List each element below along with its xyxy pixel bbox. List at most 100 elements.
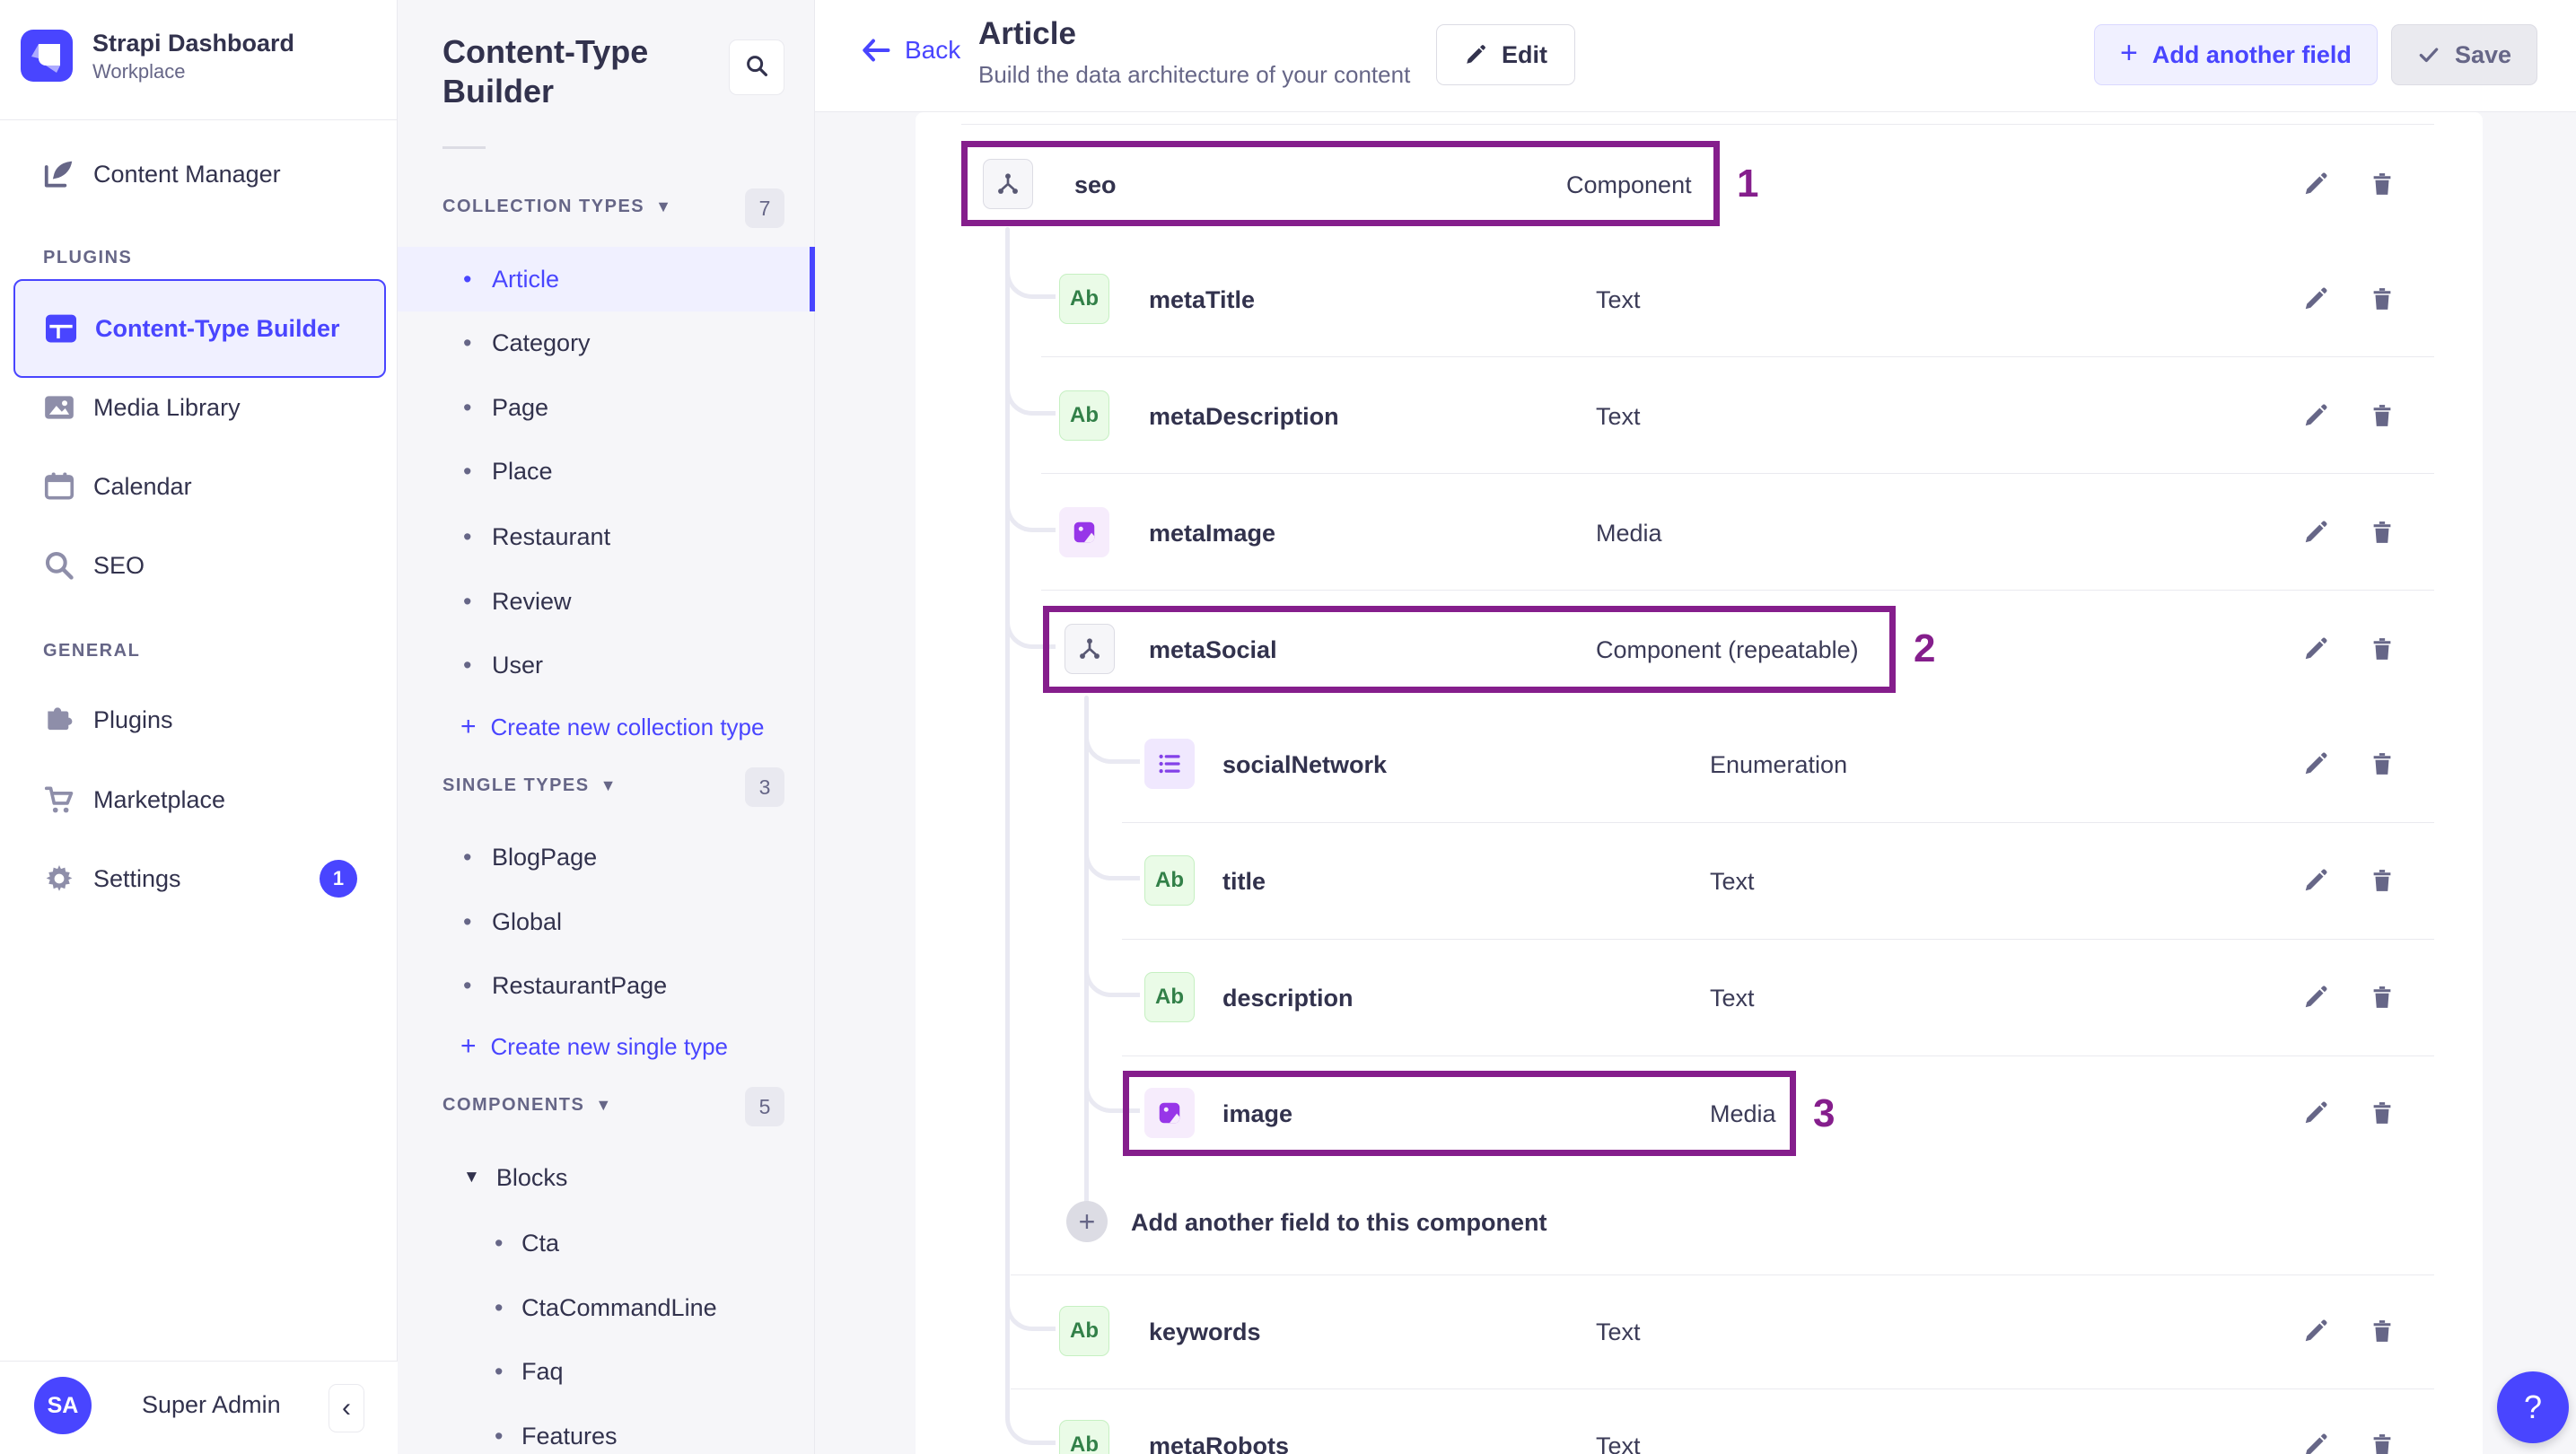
sidebar-item-content-manager[interactable]: Content Manager bbox=[0, 142, 398, 206]
edit-field-button[interactable] bbox=[2296, 1311, 2335, 1351]
sidebar-item-blogpage[interactable]: • BlogPage bbox=[398, 825, 815, 889]
tree-branch bbox=[1084, 943, 1140, 997]
user-strip: SA Super Admin ‹ bbox=[0, 1361, 398, 1454]
sidebar-item-faq[interactable]: • Faq bbox=[398, 1343, 815, 1400]
delete-field-button[interactable] bbox=[2362, 164, 2402, 204]
text-field-icon: Ab bbox=[1059, 1306, 1109, 1356]
field-name: metaRobots bbox=[1149, 1432, 1290, 1454]
sidebar-item-review[interactable]: • Review bbox=[398, 569, 815, 634]
field-type: Text bbox=[1710, 985, 1755, 1012]
seo-magnifier-icon bbox=[41, 548, 77, 582]
edit-field-button[interactable] bbox=[2296, 629, 2335, 669]
component-group-blocks[interactable]: ▼ Blocks bbox=[398, 1149, 815, 1206]
bullet-icon: • bbox=[463, 265, 472, 293]
sidebar-item-seo[interactable]: SEO bbox=[0, 533, 398, 598]
trash-icon bbox=[2373, 870, 2391, 891]
delete-field-button[interactable] bbox=[2362, 1425, 2402, 1454]
avatar[interactable]: SA bbox=[34, 1377, 92, 1434]
edit-button[interactable]: Edit bbox=[1436, 24, 1575, 85]
trash-icon bbox=[2373, 1434, 2391, 1454]
pencil-icon bbox=[2305, 752, 2327, 775]
delete-field-button[interactable] bbox=[2362, 977, 2402, 1017]
sidebar-item-cta[interactable]: • Cta bbox=[398, 1214, 815, 1272]
row-divider bbox=[1041, 473, 2434, 474]
add-another-field-button[interactable]: + Add another field bbox=[2094, 24, 2378, 85]
arrow-left-icon bbox=[863, 39, 890, 62]
page-title: Article bbox=[978, 16, 1076, 51]
pencil-icon bbox=[2306, 1433, 2327, 1454]
edit-field-button[interactable] bbox=[2296, 977, 2335, 1017]
sidebar-item-place[interactable]: • Place bbox=[398, 439, 815, 504]
single-types-header[interactable]: SINGLE TYPES ▼ bbox=[442, 775, 618, 796]
sidebar-collapse-button[interactable]: ‹ bbox=[329, 1384, 364, 1432]
annotation-box-3 bbox=[1123, 1071, 1796, 1156]
delete-field-button[interactable] bbox=[2362, 861, 2402, 900]
edit-field-button[interactable] bbox=[2296, 861, 2335, 900]
content-type-builder-icon bbox=[43, 311, 79, 346]
plus-icon: + bbox=[460, 1031, 477, 1061]
collection-types-header[interactable]: COLLECTION TYPES ▼ bbox=[442, 197, 672, 217]
components-header[interactable]: COMPONENTS ▼ bbox=[442, 1095, 613, 1116]
chevron-down-icon: ▼ bbox=[463, 1168, 480, 1187]
text-field-icon: Ab bbox=[1059, 1420, 1109, 1454]
back-link[interactable]: Back bbox=[860, 36, 960, 65]
search-button[interactable] bbox=[729, 39, 784, 95]
sidebar-item-calendar[interactable]: Calendar bbox=[0, 454, 398, 519]
edit-field-button[interactable] bbox=[2296, 512, 2335, 552]
edit-field-button[interactable] bbox=[2296, 1425, 2335, 1454]
sidebar-item-content-type-builder[interactable]: Content-Type Builder bbox=[13, 279, 386, 378]
field-type: Text bbox=[1596, 286, 1641, 313]
create-collection-type-link[interactable]: + Create new collection type bbox=[398, 698, 815, 756]
add-component-field-button[interactable]: + bbox=[1066, 1201, 1108, 1242]
delete-field-button[interactable] bbox=[2362, 512, 2402, 552]
sidebar-item-media-library[interactable]: Media Library bbox=[0, 375, 398, 440]
sidebar-item-marketplace[interactable]: Marketplace bbox=[0, 767, 398, 832]
fields-card: seo Component 1 Ab metaTitle Text Ab met… bbox=[916, 112, 2483, 1454]
tree-branch bbox=[1005, 1391, 1056, 1445]
delete-field-button[interactable] bbox=[2362, 279, 2402, 319]
sidebar-item-global[interactable]: • Global bbox=[398, 889, 815, 954]
sidebar-divider bbox=[442, 146, 486, 149]
delete-field-button[interactable] bbox=[2362, 629, 2402, 669]
edit-field-button[interactable] bbox=[2296, 396, 2335, 435]
edit-field-button[interactable] bbox=[2296, 744, 2335, 784]
plus-icon: + bbox=[2120, 36, 2138, 70]
trash-icon bbox=[2373, 405, 2391, 426]
sidebar-item-plugins[interactable]: Plugins bbox=[0, 688, 398, 752]
sidebar-item-article[interactable]: • Article bbox=[398, 247, 815, 311]
edit-field-button[interactable] bbox=[2296, 1093, 2335, 1133]
sidebar-item-category[interactable]: • Category bbox=[398, 311, 815, 375]
pencil-icon bbox=[2305, 1319, 2327, 1342]
field-name: title bbox=[1222, 868, 1266, 895]
help-button[interactable]: ? bbox=[2497, 1371, 2569, 1443]
media-library-icon bbox=[41, 390, 77, 425]
save-button[interactable]: Save bbox=[2391, 24, 2538, 85]
chevron-down-icon: ▼ bbox=[595, 1096, 613, 1114]
sidebar-item-features[interactable]: • Features bbox=[398, 1407, 815, 1454]
sidebar-item-restaurant[interactable]: • Restaurant bbox=[398, 504, 815, 569]
bullet-icon: • bbox=[495, 1229, 504, 1257]
create-single-type-link[interactable]: + Create new single type bbox=[398, 1018, 815, 1075]
sidebar-item-restaurantpage[interactable]: • RestaurantPage bbox=[398, 953, 815, 1018]
strapi-app: Strapi Dashboard Workplace Content Manag… bbox=[0, 0, 2576, 1454]
delete-field-button[interactable] bbox=[2362, 744, 2402, 784]
tree-branch bbox=[1084, 710, 1140, 764]
sidebar-item-ctacommandline[interactable]: • CtaCommandLine bbox=[398, 1279, 815, 1336]
edit-field-button[interactable] bbox=[2296, 164, 2335, 204]
brand-name: Strapi Dashboard bbox=[92, 30, 295, 57]
row-divider bbox=[1041, 356, 2434, 357]
add-component-field-label[interactable]: Add another field to this component bbox=[1131, 1209, 1546, 1237]
delete-field-button[interactable] bbox=[2362, 1093, 2402, 1133]
annotation-label-2: 2 bbox=[1914, 626, 1936, 670]
bullet-icon: • bbox=[463, 393, 472, 421]
annotation-box-2 bbox=[1043, 606, 1896, 693]
edit-field-button[interactable] bbox=[2296, 279, 2335, 319]
sidebar-item-user[interactable]: • User bbox=[398, 633, 815, 697]
text-field-icon: Ab bbox=[1059, 274, 1109, 324]
brand-header: Strapi Dashboard Workplace bbox=[0, 0, 398, 120]
sidebar-item-page[interactable]: • Page bbox=[398, 375, 815, 440]
delete-field-button[interactable] bbox=[2362, 1311, 2402, 1351]
delete-field-button[interactable] bbox=[2362, 396, 2402, 435]
trash-icon bbox=[2373, 1320, 2391, 1342]
field-type: Media bbox=[1596, 520, 1662, 547]
